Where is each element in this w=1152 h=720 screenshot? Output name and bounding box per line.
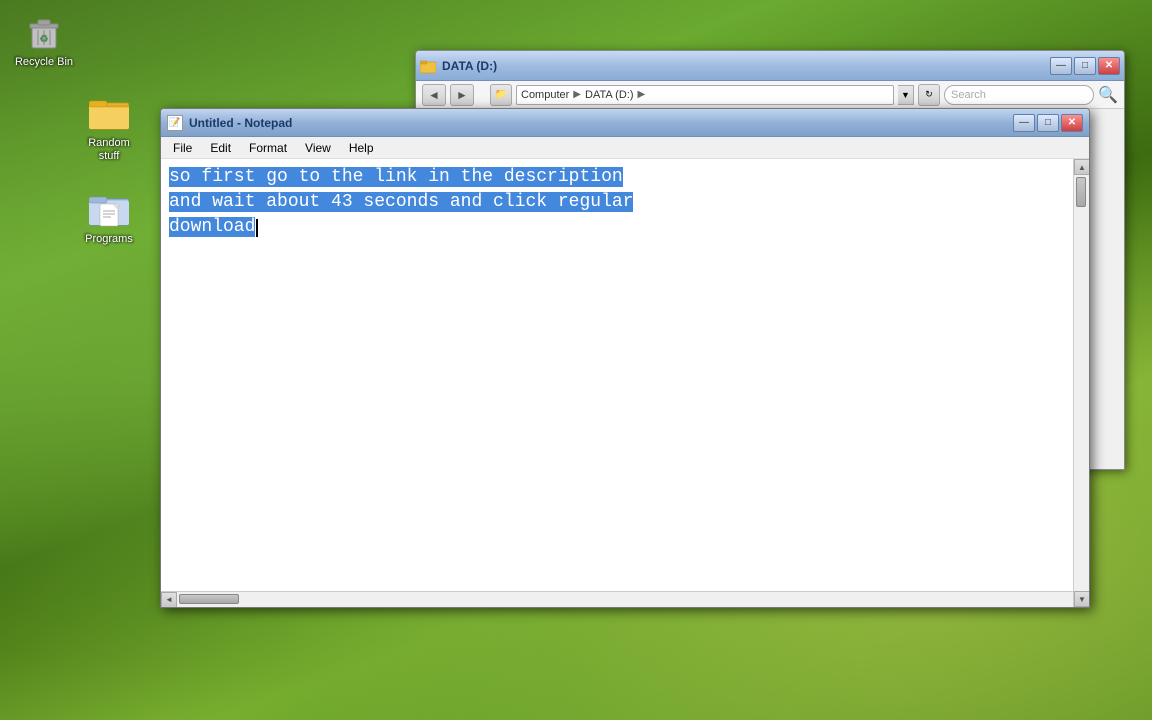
random-stuff-label: Random stuff [77, 137, 141, 163]
explorer-title-text: DATA (D:) [442, 59, 497, 73]
selected-text-line1: so first go to the link in the descripti… [169, 167, 623, 187]
notepad-title-text: Untitled - Notepad [189, 116, 292, 130]
programs-icon [89, 189, 129, 229]
desktop-icon-programs[interactable]: Programs [73, 185, 145, 250]
notepad-title-left: 📝 Untitled - Notepad [167, 115, 292, 131]
text-cursor [256, 219, 258, 237]
programs-label: Programs [85, 233, 133, 246]
menu-file[interactable]: File [165, 139, 200, 157]
explorer-address-bar[interactable]: Computer ▶ DATA (D:) ▶ [516, 85, 894, 105]
notepad-content-area: so first go to the link in the descripti… [161, 159, 1089, 607]
address-breadcrumb-data: DATA (D:) [585, 89, 633, 101]
explorer-forward-button[interactable]: ► [450, 84, 474, 106]
notepad-app-icon: 📝 [167, 115, 183, 131]
explorer-minimize-button[interactable]: — [1050, 57, 1072, 75]
scroll-left-button[interactable]: ◄ [161, 592, 177, 608]
explorer-toolbar: ◄ ► 📁 Computer ▶ DATA (D:) ▶ ▼ ↻ Search … [416, 81, 1124, 109]
desktop-icon-recycle-bin[interactable]: ♻ Recycle Bin [8, 8, 80, 73]
horizontal-scrollbar[interactable]: ◄ ► [161, 591, 1089, 607]
address-dropdown-button[interactable]: ▼ [898, 85, 914, 105]
selected-text-line3: download [169, 217, 255, 237]
breadcrumb-arrow-2: ▶ [637, 89, 645, 100]
breadcrumb-arrow-1: ▶ [573, 89, 581, 100]
h-scroll-thumb[interactable] [179, 594, 239, 604]
scroll-track[interactable] [1074, 175, 1089, 591]
search-box[interactable]: Search [944, 85, 1094, 105]
menu-help[interactable]: Help [341, 139, 382, 157]
selected-text-line2: and wait about 43 seconds and click regu… [169, 192, 633, 212]
notepad-window-controls: — □ ✕ [1013, 114, 1083, 132]
recycle-bin-icon: ♻ [24, 12, 64, 52]
notepad-editor-area: so first go to the link in the descripti… [161, 159, 1089, 591]
explorer-folder-icon [420, 58, 436, 74]
explorer-folder-btn[interactable]: 📁 [490, 84, 512, 106]
menu-edit[interactable]: Edit [202, 139, 239, 157]
vertical-scrollbar[interactable]: ▲ ▼ [1073, 159, 1089, 591]
search-placeholder: Search [951, 89, 986, 101]
explorer-back-button[interactable]: ◄ [422, 84, 446, 106]
notepad-close-button[interactable]: ✕ [1061, 114, 1083, 132]
notepad-window: 📝 Untitled - Notepad — □ ✕ File Edit For… [160, 108, 1090, 608]
explorer-titlebar: DATA (D:) — □ ✕ [416, 51, 1124, 81]
random-stuff-icon [89, 93, 129, 133]
notepad-text-content: so first go to the link in the descripti… [169, 165, 1089, 241]
explorer-maximize-button[interactable]: □ [1074, 57, 1096, 75]
notepad-maximize-button[interactable]: □ [1037, 114, 1059, 132]
explorer-close-button[interactable]: ✕ [1098, 57, 1120, 75]
scroll-thumb[interactable] [1076, 177, 1086, 207]
h-scroll-track[interactable] [177, 592, 1073, 607]
desktop-icon-random-stuff[interactable]: Random stuff [73, 89, 145, 167]
recycle-bin-label: Recycle Bin [15, 56, 73, 69]
notepad-menubar: File Edit Format View Help [161, 137, 1089, 159]
refresh-button[interactable]: ↻ [918, 84, 940, 106]
notepad-titlebar: 📝 Untitled - Notepad — □ ✕ [161, 109, 1089, 137]
notepad-minimize-button[interactable]: — [1013, 114, 1035, 132]
explorer-window-controls: — □ ✕ [1050, 57, 1120, 75]
notepad-text-wrapper[interactable]: so first go to the link in the descripti… [161, 159, 1089, 591]
address-breadcrumb: Computer [521, 89, 569, 101]
desktop: ♻ Recycle Bin Random stuff [0, 0, 1152, 720]
search-submit-button[interactable]: 🔍 [1098, 85, 1118, 105]
menu-format[interactable]: Format [241, 139, 295, 157]
explorer-title-left: DATA (D:) [420, 58, 497, 74]
scroll-up-button[interactable]: ▲ [1074, 159, 1089, 175]
menu-view[interactable]: View [297, 139, 339, 157]
